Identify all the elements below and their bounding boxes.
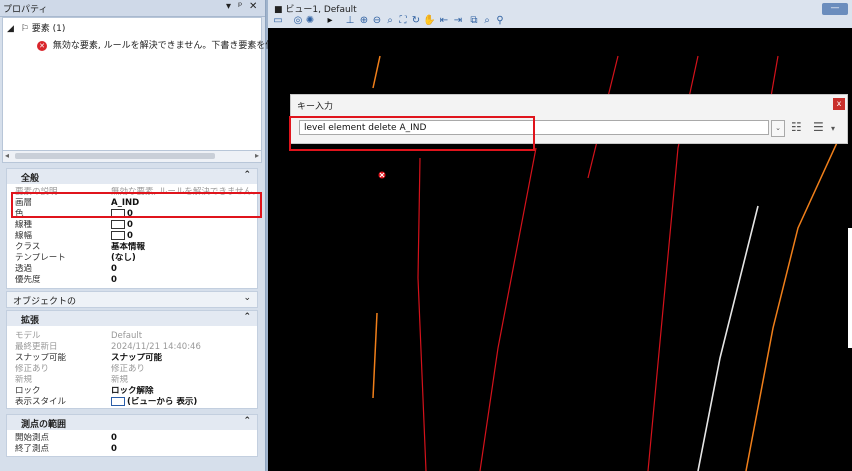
- tree-root-row[interactable]: ◢ ⚐ 要素 (1): [7, 22, 65, 36]
- prop-row-end-station[interactable]: 終了測点 0: [7, 444, 257, 455]
- keyin-options-icon[interactable]: ☰: [813, 120, 824, 134]
- prop-row-new[interactable]: 新規 新規: [7, 375, 257, 386]
- error-icon: ✕: [37, 40, 47, 51]
- white-line: [697, 205, 759, 471]
- prop-row-modified[interactable]: 修正あり 修正あり: [7, 364, 257, 375]
- red-line-5: [417, 157, 427, 471]
- prop-row-display-style[interactable]: 表示スタイル (ビューから 表示): [7, 397, 257, 408]
- element-tree: ◢ ⚐ 要素 (1) ✕ 無効な要素, ルールを解決できません。下書き要素を修正: [2, 17, 283, 152]
- properties-title: プロパティ: [3, 5, 48, 15]
- keyin-close-button[interactable]: x: [833, 98, 845, 110]
- tree-horizontal-scrollbar[interactable]: ◂ ▸: [2, 150, 262, 163]
- group-range-header[interactable]: 測点の範囲 ⌃: [6, 414, 258, 431]
- zoom-out-icon[interactable]: ⊖: [371, 15, 383, 27]
- chevron-up-icon[interactable]: ⌃: [243, 170, 251, 180]
- orange-line-top: [372, 55, 381, 89]
- view-next-icon[interactable]: ⇥: [452, 15, 464, 27]
- prop-row-class[interactable]: クラス 基本情報: [7, 242, 257, 253]
- properties-panel: プロパティ ▾ ᵖ ✕ ◢ ⚐ 要素 (1) ✕ 無効な要素, ルールを解決でき…: [0, 0, 283, 471]
- prop-row-template[interactable]: テンプレート (なし): [7, 253, 257, 264]
- level-row-highlight: [11, 192, 262, 218]
- right-edge-panel: [848, 228, 852, 348]
- group-object-header[interactable]: オブジェクトの ⌄: [6, 291, 258, 308]
- group-range-title: 測点の範囲: [21, 420, 67, 430]
- fit-view-icon[interactable]: ⛶: [397, 15, 409, 27]
- view-title-bar: ■ ビュー1, Default — ▭ ◎ ✺ ▸ ⊥ ⊕ ⊖ ⌕ ⛶ ↻ ✋ …: [268, 0, 852, 28]
- display-style-tool-icon[interactable]: ◎: [292, 15, 304, 27]
- orange-line-left: [372, 312, 378, 399]
- group-general-header[interactable]: 全般 ⌃: [6, 168, 258, 185]
- group-range-body: 開始測点 0 終了測点 0: [6, 430, 258, 457]
- chevron-up-icon[interactable]: ⌃: [243, 416, 251, 426]
- prop-row-transparency[interactable]: 透過 0: [7, 264, 257, 275]
- prop-row-model[interactable]: モデル Default: [7, 331, 257, 342]
- keyin-input-highlight: [289, 116, 535, 151]
- properties-title-bar: プロパティ ▾ ᵖ ✕: [0, 0, 265, 17]
- element-group-icon: ⚐: [20, 24, 29, 34]
- group-general-title: 全般: [21, 174, 40, 184]
- tree-error-row[interactable]: ✕ 無効な要素, ルールを解決できません。下書き要素を修正: [37, 39, 283, 53]
- view-title: ■ ビュー1, Default: [274, 5, 357, 15]
- scrollbar-thumb[interactable]: [15, 153, 215, 159]
- view-window: ■ ビュー1, Default — ▭ ◎ ✺ ▸ ⊥ ⊕ ⊖ ⌕ ⛶ ↻ ✋ …: [268, 0, 852, 471]
- pin-dropdown-icon[interactable]: ▾: [226, 1, 231, 12]
- group-extended-header[interactable]: 拡張 ⌃: [6, 310, 258, 327]
- chevron-down-icon[interactable]: ⌄: [243, 293, 251, 303]
- prop-row-snappable[interactable]: スナップ可能 スナップ可能: [7, 353, 257, 364]
- scroll-left-icon[interactable]: ◂: [5, 151, 9, 160]
- prop-row-linestyle[interactable]: 線種 0: [7, 220, 257, 231]
- group-extended-title: 拡張: [21, 316, 40, 326]
- scroll-right-icon[interactable]: ▸: [255, 151, 259, 160]
- camera-icon[interactable]: ⚲: [494, 15, 506, 27]
- prop-row-start-station[interactable]: 開始測点 0: [7, 433, 257, 444]
- zoom-in-icon[interactable]: ⊕: [358, 15, 370, 27]
- arrow-tool-icon[interactable]: ▸: [324, 15, 336, 27]
- chevron-up-icon[interactable]: ⌃: [243, 312, 251, 322]
- prop-row-weight[interactable]: 線幅 0: [7, 231, 257, 242]
- keyin-history-dropdown[interactable]: ⌄: [771, 120, 785, 137]
- rotate-view-icon[interactable]: ↻: [410, 15, 422, 27]
- view-previous-icon[interactable]: ⇤: [438, 15, 450, 27]
- prop-row-lock[interactable]: ロック ロック解除: [7, 386, 257, 397]
- copy-view-icon[interactable]: ⧉: [468, 15, 480, 27]
- tree-error-label: 無効な要素, ルールを解決できません。下書き要素を修正: [52, 41, 284, 51]
- display-mode-icon[interactable]: ✺: [304, 15, 316, 27]
- view-search-icon[interactable]: ⌕: [481, 15, 493, 27]
- group-extended-body: モデル Default 最終更新日 2024/11/21 14:40:46 スナップ…: [6, 326, 258, 409]
- close-icon[interactable]: ✕: [249, 1, 257, 12]
- display-style-icon: [111, 397, 125, 406]
- linestyle-swatch-icon: [111, 220, 125, 229]
- prop-row-last-modified[interactable]: 最終更新日 2024/11/21 14:40:46: [7, 342, 257, 353]
- red-line-1: [479, 147, 537, 471]
- dock-icon[interactable]: ᵖ: [238, 1, 242, 12]
- tree-root-label: 要素 (1): [31, 24, 66, 34]
- orange-line-right: [745, 122, 847, 471]
- weight-swatch-icon: [111, 231, 125, 240]
- pan-hand-icon[interactable]: ✋: [423, 15, 435, 27]
- keyin-browse-icon[interactable]: ☷: [791, 120, 802, 134]
- group-object-title: オブジェクトの: [13, 297, 77, 307]
- clip-tool-icon[interactable]: ⊥: [344, 15, 356, 27]
- prop-row-priority[interactable]: 優先度 0: [7, 275, 257, 286]
- keyin-title: キー入力: [297, 102, 334, 112]
- window-area-icon[interactable]: ⌕: [384, 15, 396, 27]
- view-attributes-icon[interactable]: ▭: [272, 15, 284, 27]
- keyin-menu-dropdown-icon[interactable]: ▾: [831, 124, 835, 133]
- minimize-button[interactable]: —: [822, 3, 848, 15]
- collapse-triangle-icon[interactable]: ◢: [7, 24, 14, 34]
